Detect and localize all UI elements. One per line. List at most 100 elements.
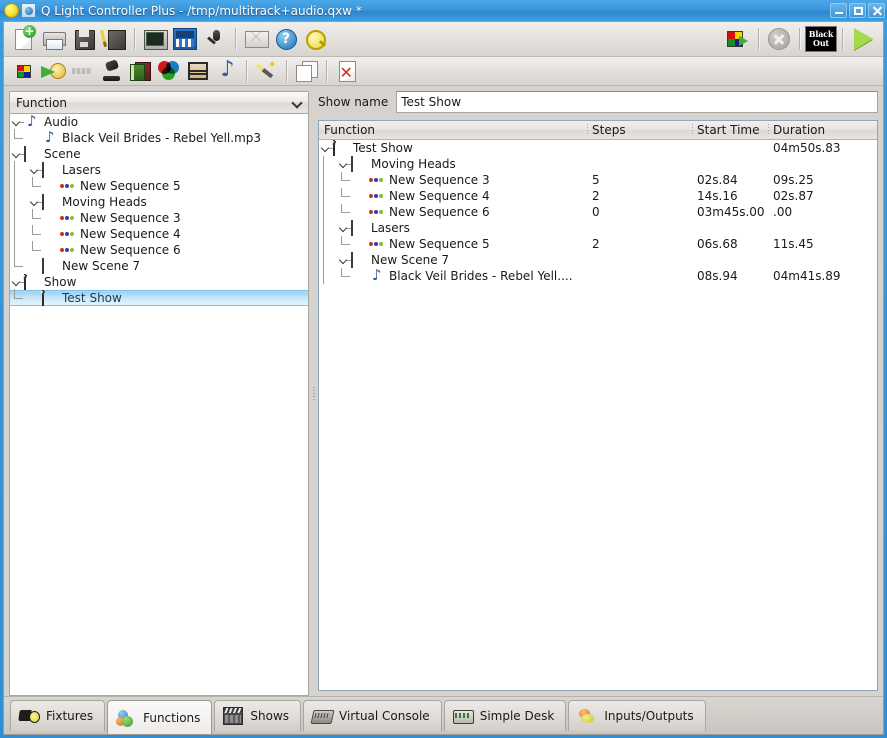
- table-row[interactable]: Test Show04m50s.83: [319, 140, 877, 156]
- add-sequence-button[interactable]: [67, 59, 96, 83]
- add-rgbmatrix-button[interactable]: [154, 59, 183, 83]
- save-as-button[interactable]: [99, 25, 129, 53]
- tree-item[interactable]: New Sequence 4: [10, 226, 308, 242]
- minimize-button[interactable]: [830, 3, 847, 18]
- tree-indent: [46, 178, 60, 194]
- sequence-icon: [70, 62, 94, 80]
- show-name-input[interactable]: [396, 91, 878, 113]
- tab-simple-desk[interactable]: Simple Desk: [444, 700, 567, 731]
- table-row[interactable]: Black Veil Brides - Rebel Yell....08s.94…: [319, 268, 877, 284]
- tree-item[interactable]: New Scene 7: [10, 258, 308, 274]
- tree-item[interactable]: Scene: [10, 146, 308, 162]
- chaser-icon: [41, 61, 65, 81]
- tab-virtual-console[interactable]: Virtual Console: [303, 700, 442, 731]
- live-edit-button[interactable]: [200, 25, 230, 53]
- column-header-duration[interactable]: Duration: [768, 121, 877, 139]
- expander-open-icon[interactable]: [28, 162, 42, 178]
- function-type-combo[interactable]: Function: [9, 91, 309, 114]
- expander-open-icon[interactable]: [10, 274, 24, 290]
- close-button[interactable]: [868, 3, 885, 18]
- row-function-label: New Sequence 4: [389, 189, 490, 203]
- tree-item-label: Scene: [44, 147, 81, 161]
- magic-wand-icon: [255, 60, 279, 82]
- panel-splitter[interactable]: [309, 91, 318, 696]
- table-row[interactable]: Moving Heads: [319, 156, 877, 172]
- column-header-function[interactable]: Function: [319, 121, 587, 139]
- row-function-label: Moving Heads: [371, 157, 456, 171]
- add-show-button[interactable]: [183, 59, 212, 83]
- tab-shows[interactable]: Shows: [214, 700, 301, 731]
- cell-steps: 2: [587, 189, 692, 203]
- delete-button[interactable]: [332, 59, 361, 83]
- help-button[interactable]: [271, 25, 301, 53]
- expander-open-icon[interactable]: [319, 140, 333, 156]
- table-row[interactable]: New Sequence 4214s.1602s.87: [319, 188, 877, 204]
- address-tool-button[interactable]: [170, 25, 200, 53]
- table-row[interactable]: Lasers: [319, 220, 877, 236]
- toolbar-separator: [286, 60, 287, 82]
- main-toolbar: Black Out: [4, 22, 883, 57]
- application-window: Q Light Controller Plus - /tmp/multitrac…: [0, 0, 887, 738]
- title-bar-icons: [4, 3, 36, 18]
- cell-steps: 5: [587, 173, 692, 187]
- clone-button[interactable]: [292, 59, 321, 83]
- show-name-label: Show name: [318, 95, 388, 109]
- table-row[interactable]: New Sequence 5206s.6811s.45: [319, 236, 877, 252]
- question-help-icon: [276, 29, 297, 50]
- new-file-button[interactable]: [9, 25, 39, 53]
- expander-open-icon[interactable]: [10, 114, 24, 130]
- column-header-start-time[interactable]: Start Time: [692, 121, 768, 139]
- table-row[interactable]: New Scene 7: [319, 252, 877, 268]
- operate-mode-button[interactable]: [848, 25, 878, 53]
- table-body: Test Show04m50s.83Moving HeadsNew Sequen…: [319, 140, 877, 690]
- address-grid-icon: [173, 28, 197, 50]
- tree-item[interactable]: Show: [10, 274, 308, 290]
- tab-functions[interactable]: Functions: [107, 700, 212, 734]
- add-efx-button[interactable]: [96, 59, 125, 83]
- table-row[interactable]: New Sequence 3502s.8409s.25: [319, 172, 877, 188]
- sequence-icon: [369, 173, 385, 187]
- tree-item[interactable]: Lasers: [10, 162, 308, 178]
- show-editor-panel: Show name Function Steps Start Time Dura…: [318, 91, 878, 696]
- tree-item[interactable]: Moving Heads: [10, 194, 308, 210]
- tree-item[interactable]: New Sequence 6: [10, 242, 308, 258]
- contact-button[interactable]: [241, 25, 271, 53]
- cell-duration: 11s.45: [768, 237, 877, 251]
- tree-item[interactable]: Audio: [10, 114, 308, 130]
- efx-moving-head-icon: [100, 60, 122, 82]
- add-collection-button[interactable]: [125, 59, 154, 83]
- save-file-button[interactable]: [69, 25, 99, 53]
- expander-open-icon[interactable]: [337, 252, 351, 268]
- simple-desk-icon: [453, 707, 473, 725]
- maximize-button[interactable]: [849, 3, 866, 18]
- add-audio-button[interactable]: [212, 59, 241, 83]
- search-button[interactable]: [301, 25, 331, 53]
- expander-open-icon[interactable]: [337, 220, 351, 236]
- stop-all-button[interactable]: [764, 25, 794, 53]
- column-header-steps[interactable]: Steps: [587, 121, 692, 139]
- audio-note-icon: [217, 60, 237, 82]
- tree-item[interactable]: Black Veil Brides - Rebel Yell.mp3: [10, 130, 308, 146]
- blackout-button[interactable]: Black Out: [805, 26, 837, 52]
- wizard-button[interactable]: [252, 59, 281, 83]
- fixture-export-button[interactable]: [723, 25, 753, 53]
- open-file-button[interactable]: [39, 25, 69, 53]
- expander-open-icon[interactable]: [337, 156, 351, 172]
- add-chaser-button[interactable]: [38, 59, 67, 83]
- tree-item[interactable]: New Sequence 5: [10, 178, 308, 194]
- main-content: Function AudioBlack Veil Brides - Rebel …: [4, 86, 883, 696]
- function-tree[interactable]: AudioBlack Veil Brides - Rebel Yell.mp3S…: [9, 114, 309, 696]
- expander-open-icon[interactable]: [10, 146, 24, 162]
- tree-item[interactable]: New Sequence 3: [10, 210, 308, 226]
- tree-item-selected[interactable]: Test Show: [10, 290, 308, 306]
- tab-fixtures[interactable]: Fixtures: [10, 700, 105, 731]
- tree-indent: [46, 226, 60, 242]
- add-scene-button[interactable]: [9, 59, 38, 83]
- fixture-spotlight-icon: [19, 707, 39, 725]
- expander-open-icon[interactable]: [28, 194, 42, 210]
- show-function-table[interactable]: Function Steps Start Time Duration Test …: [318, 120, 878, 691]
- table-row[interactable]: New Sequence 6003m45s.00.00: [319, 204, 877, 220]
- cell-start-time: 14s.16: [692, 189, 768, 203]
- tab-inputs-outputs[interactable]: Inputs/Outputs: [568, 700, 705, 731]
- dmx-monitor-button[interactable]: [140, 25, 170, 53]
